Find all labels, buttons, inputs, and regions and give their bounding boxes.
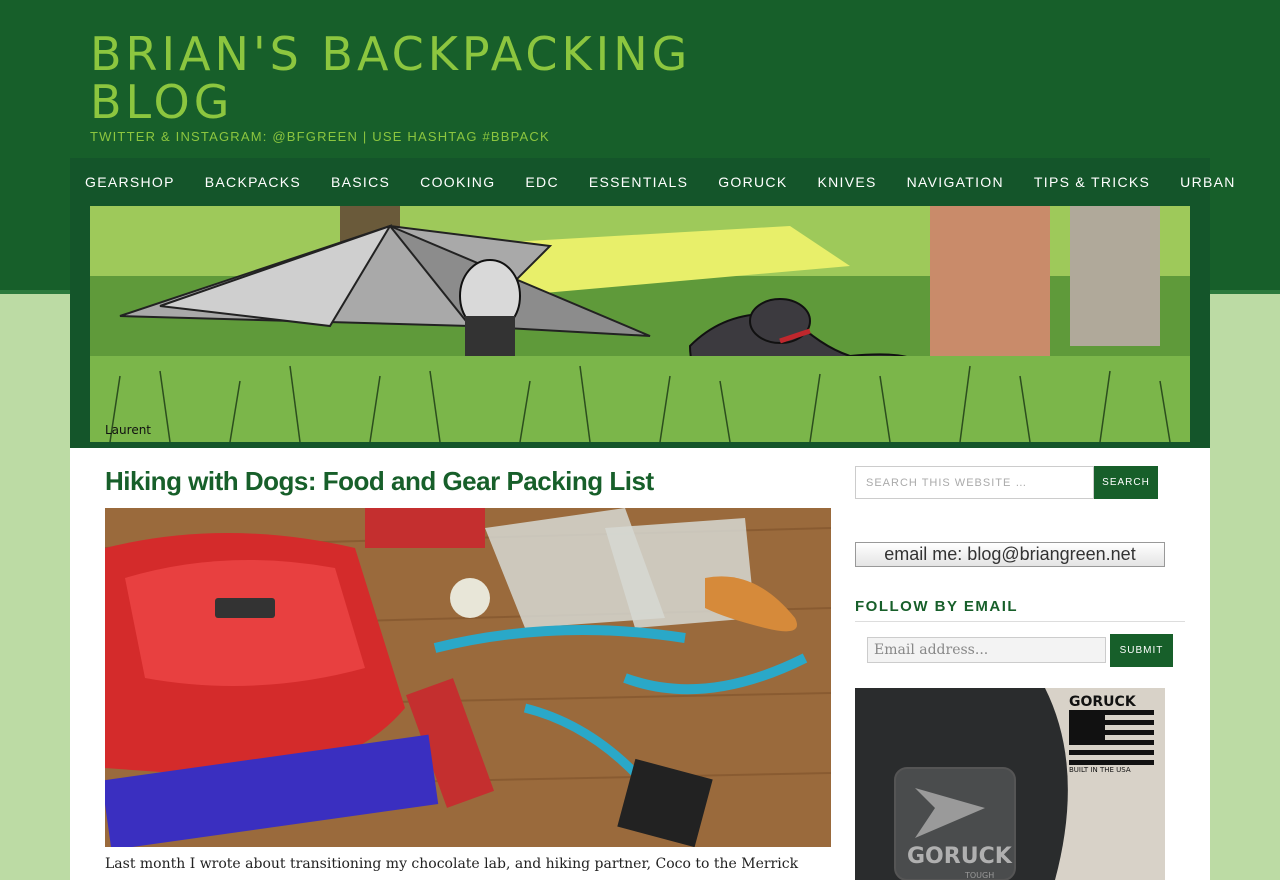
site-title[interactable]: BRIAN'S BACKPACKING BLOG [90, 30, 790, 126]
submit-button[interactable]: SUBMIT [1110, 634, 1173, 667]
email-field[interactable] [867, 637, 1106, 663]
nav-item-essentials[interactable]: ESSENTIALS [589, 174, 688, 190]
nav-item-cooking[interactable]: COOKING [420, 174, 495, 190]
nav-item-urban[interactable]: URBAN [1180, 174, 1236, 190]
search-input[interactable] [855, 466, 1094, 499]
post-excerpt: Last month I wrote about transitioning m… [105, 856, 799, 872]
nav-item-gearshop[interactable]: GEARSHOP [85, 174, 175, 190]
nav-item-goruck[interactable]: GORUCK [718, 174, 787, 190]
search-button[interactable]: SEARCH [1094, 466, 1158, 499]
ad-brand-text: GORUCK [1069, 694, 1137, 710]
header-banner-illustration[interactable]: Laurent [90, 206, 1190, 442]
nav-item-tips-tricks[interactable]: TIPS & TRICKS [1034, 174, 1150, 190]
nav-item-navigation[interactable]: NAVIGATION [907, 174, 1004, 190]
site-tagline: TWITTER & INSTAGRAM: @BFGREEN | USE HASH… [90, 129, 550, 144]
email-contact-banner[interactable]: email me: blog@briangreen.net [855, 542, 1165, 567]
nav-item-knives[interactable]: KNIVES [817, 174, 876, 190]
main-nav: GEARSHOP BACKPACKS BASICS COOKING EDC ES… [70, 158, 1234, 206]
post-featured-image[interactable] [105, 508, 831, 847]
nav-item-edc[interactable]: EDC [525, 174, 558, 190]
goruck-ad-image[interactable]: GORUCK TOUGH GORUCK BUILT IN THE USA [855, 688, 1165, 880]
post-title[interactable]: Hiking with Dogs: Food and Gear Packing … [105, 466, 654, 497]
banner-signature: Laurent [105, 423, 151, 437]
ad-patch-text: GORUCK [907, 844, 1013, 869]
follow-by-email-heading: FOLLOW BY EMAIL [855, 598, 1185, 622]
ad-built-text: BUILT IN THE USA [1069, 766, 1131, 774]
nav-item-backpacks[interactable]: BACKPACKS [205, 174, 301, 190]
ad-patch-subtext: TOUGH [964, 871, 994, 880]
nav-item-basics[interactable]: BASICS [331, 174, 390, 190]
banner-frame: Laurent [70, 206, 1210, 448]
